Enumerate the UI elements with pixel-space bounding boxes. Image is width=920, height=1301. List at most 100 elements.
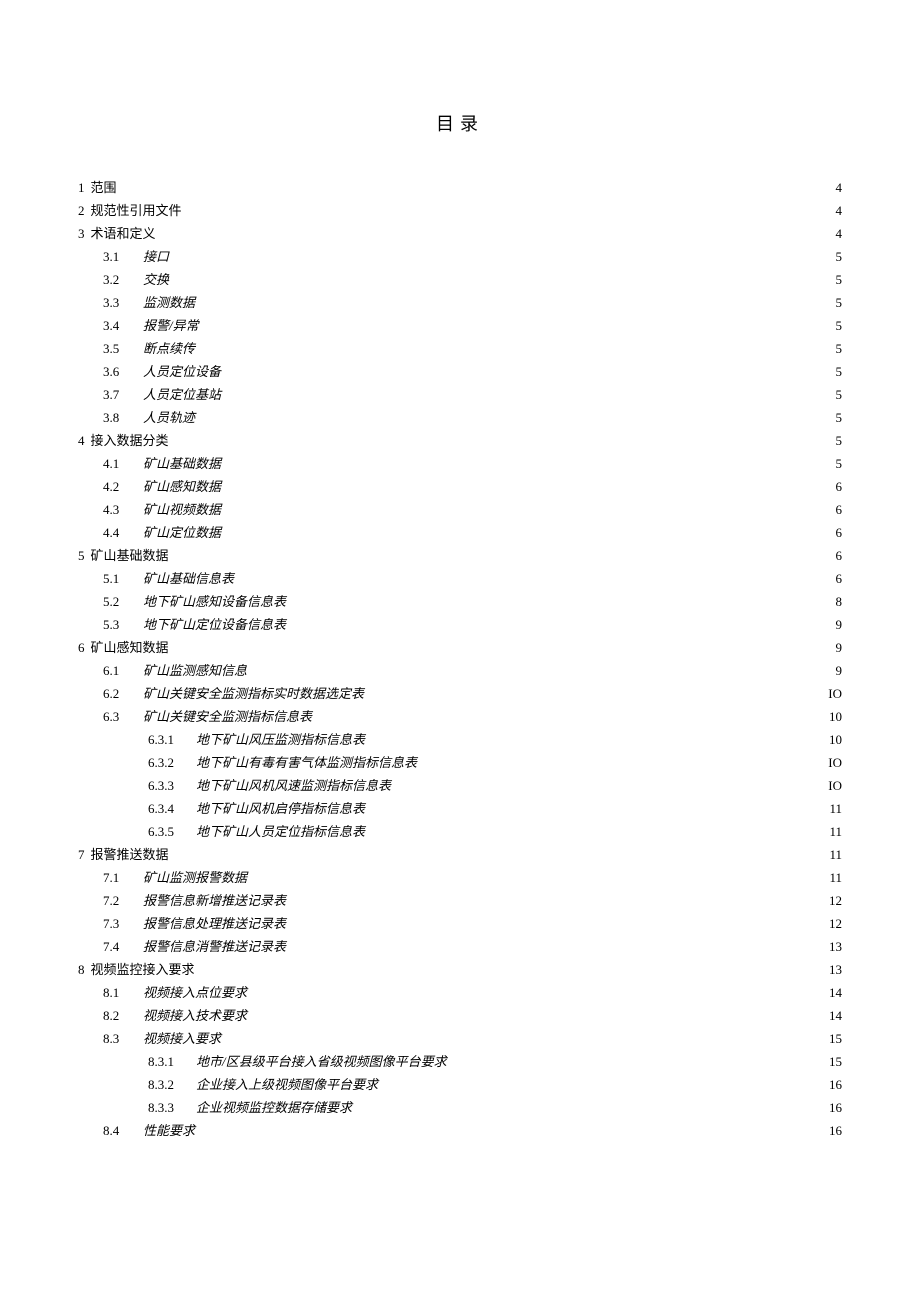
toc-text: 地下矿山风机风速监测指标信息表 bbox=[196, 779, 391, 792]
toc-page: IO bbox=[824, 756, 842, 769]
toc-entry[interactable]: 7报警推送数据11 bbox=[78, 843, 842, 866]
toc-entry[interactable]: 6.3.2地下矿山有毒有害气体监测指标信息表IO bbox=[78, 751, 842, 774]
toc-entry[interactable]: 3.3监测数据5 bbox=[78, 291, 842, 314]
toc-entry[interactable]: 7.1矿山监测报警数据11 bbox=[78, 866, 842, 889]
toc-text: 接口 bbox=[143, 250, 169, 263]
toc-entry[interactable]: 6.3矿山关键安全监测指标信息表10 bbox=[78, 705, 842, 728]
toc-number: 5.3 bbox=[103, 618, 143, 631]
toc-text: 规范性引用文件 bbox=[91, 204, 182, 217]
toc-number: 3.1 bbox=[103, 250, 143, 263]
toc-text: 矿山感知数据 bbox=[143, 480, 221, 493]
toc-entry[interactable]: 4.2矿山感知数据6 bbox=[78, 475, 842, 498]
toc-entry[interactable]: 8.3.3企业视频监控数据存储要求16 bbox=[78, 1096, 842, 1119]
toc-entry[interactable]: 4.3矿山视频数据6 bbox=[78, 498, 842, 521]
toc-entry[interactable]: 6.1矿山监测感知信息9 bbox=[78, 659, 842, 682]
toc-page: 8 bbox=[824, 595, 842, 608]
toc-number: 8.1 bbox=[103, 986, 143, 999]
toc-text: 性能要求 bbox=[143, 1124, 195, 1137]
toc-page: 6 bbox=[824, 480, 842, 493]
toc-number: 7.4 bbox=[103, 940, 143, 953]
toc-number: 8.2 bbox=[103, 1009, 143, 1022]
toc-entry[interactable]: 3.5断点续传5 bbox=[78, 337, 842, 360]
toc-text: 人员轨迹 bbox=[143, 411, 195, 424]
toc-text: 范围 bbox=[91, 181, 117, 194]
toc-entry[interactable]: 1范围4 bbox=[78, 176, 842, 199]
toc-number: 6.3 bbox=[103, 710, 143, 723]
toc-number: 6.3.3 bbox=[148, 779, 196, 792]
toc-page: 9 bbox=[824, 664, 842, 677]
toc-entry[interactable]: 8.4性能要求16 bbox=[78, 1119, 842, 1142]
toc-page: 16 bbox=[824, 1124, 842, 1137]
toc-entry[interactable]: 3.1接口5 bbox=[78, 245, 842, 268]
toc-page: 5 bbox=[824, 296, 842, 309]
toc-entry[interactable]: 8.1视频接入点位要求14 bbox=[78, 981, 842, 1004]
toc-entry[interactable]: 6.3.5地下矿山人员定位指标信息表11 bbox=[78, 820, 842, 843]
toc-entry[interactable]: 4.4矿山定位数据6 bbox=[78, 521, 842, 544]
toc-page: 14 bbox=[824, 1009, 842, 1022]
toc-number: 4.4 bbox=[103, 526, 143, 539]
toc-page: 11 bbox=[824, 825, 842, 838]
toc-entry[interactable]: 6.3.1地下矿山风压监测指标信息表10 bbox=[78, 728, 842, 751]
toc-entry[interactable]: 6.2矿山关键安全监测指标实时数据选定表IO bbox=[78, 682, 842, 705]
toc-number: 6 bbox=[78, 641, 85, 654]
toc-entry[interactable]: 5.3地下矿山定位设备信息表9 bbox=[78, 613, 842, 636]
toc-entry[interactable]: 8视频监控接入要求13 bbox=[78, 958, 842, 981]
toc-number: 4.1 bbox=[103, 457, 143, 470]
toc-number: 3.7 bbox=[103, 388, 143, 401]
toc-text: 报警信息新增推送记录表 bbox=[143, 894, 286, 907]
toc-text: 地下矿山人员定位指标信息表 bbox=[196, 825, 365, 838]
toc-entry[interactable]: 6.3.4地下矿山风机启停指标信息表11 bbox=[78, 797, 842, 820]
toc-entry[interactable]: 8.3.2企业接入上级视频图像平台要求16 bbox=[78, 1073, 842, 1096]
toc-number: 5.2 bbox=[103, 595, 143, 608]
toc-entry[interactable]: 7.3报警信息处理推送记录表 12 bbox=[78, 912, 842, 935]
toc-entry[interactable]: 3.6人员定位设备5 bbox=[78, 360, 842, 383]
toc-number: 5 bbox=[78, 549, 85, 562]
toc-entry[interactable]: 7.4报警信息消警推送记录表13 bbox=[78, 935, 842, 958]
toc-number: 6.2 bbox=[103, 687, 143, 700]
toc-page: 13 bbox=[824, 963, 842, 976]
toc-page: 12 bbox=[824, 917, 842, 930]
toc-entry[interactable]: 3.2交换5 bbox=[78, 268, 842, 291]
toc-number: 8.3.3 bbox=[148, 1101, 196, 1114]
toc-entry[interactable]: 3.7人员定位基站5 bbox=[78, 383, 842, 406]
toc-entry[interactable]: 4.1矿山基础数据5 bbox=[78, 452, 842, 475]
toc-page: 4 bbox=[824, 204, 842, 217]
toc-number: 3.6 bbox=[103, 365, 143, 378]
toc-text: 矿山监测报警数据 bbox=[143, 871, 247, 884]
toc-page: 11 bbox=[824, 848, 842, 861]
toc-text: 矿山基础信息表 bbox=[143, 572, 234, 585]
toc-entry[interactable]: 2规范性引用文件4 bbox=[78, 199, 842, 222]
toc-text: 地市/区县级平台接入省级视频图像平台要求 bbox=[196, 1055, 447, 1068]
toc-entry[interactable]: 6矿山感知数据9 bbox=[78, 636, 842, 659]
toc-number: 7.3 bbox=[103, 917, 143, 930]
toc-entry[interactable]: 6.3.3地下矿山风机风速监测指标信息表 IO bbox=[78, 774, 842, 797]
toc-text: 视频监控接入要求 bbox=[91, 963, 195, 976]
toc-number: 3.8 bbox=[103, 411, 143, 424]
toc-entry[interactable]: 5.2地下矿山感知设备信息表8 bbox=[78, 590, 842, 613]
toc-text: 视频接入点位要求 bbox=[143, 986, 247, 999]
toc-number: 4 bbox=[78, 434, 85, 447]
toc-entry[interactable]: 4接入数据分类5 bbox=[78, 429, 842, 452]
toc-entry[interactable]: 8.3视频接入要求15 bbox=[78, 1027, 842, 1050]
toc-entry[interactable]: 3术语和定义4 bbox=[78, 222, 842, 245]
toc-entry[interactable]: 8.3.1地市/区县级平台接入省级视频图像平台要求15 bbox=[78, 1050, 842, 1073]
toc-number: 6.3.1 bbox=[148, 733, 196, 746]
toc-entry[interactable]: 3.8人员轨迹5 bbox=[78, 406, 842, 429]
toc-entry[interactable]: 7.2报警信息新增推送记录表12 bbox=[78, 889, 842, 912]
toc-text: 矿山感知数据 bbox=[91, 641, 169, 654]
toc-number: 7.1 bbox=[103, 871, 143, 884]
toc-number: 6.1 bbox=[103, 664, 143, 677]
toc-text: 术语和定义 bbox=[91, 227, 156, 240]
toc-entry[interactable]: 5.1矿山基础信息表6 bbox=[78, 567, 842, 590]
toc-text: 报警信息处理推送记录表 bbox=[143, 917, 286, 930]
toc-page: 12 bbox=[824, 894, 842, 907]
toc-page: 16 bbox=[824, 1101, 842, 1114]
toc-text: 矿山视频数据 bbox=[143, 503, 221, 516]
toc-entry[interactable]: 3.4报警/异常5 bbox=[78, 314, 842, 337]
toc-page: 5 bbox=[824, 342, 842, 355]
toc-page: 10 bbox=[824, 710, 842, 723]
toc-entry[interactable]: 5矿山基础数据6 bbox=[78, 544, 842, 567]
toc-number: 8.3 bbox=[103, 1032, 143, 1045]
toc-page: IO bbox=[824, 779, 842, 792]
toc-entry[interactable]: 8.2视频接入技术要求14 bbox=[78, 1004, 842, 1027]
